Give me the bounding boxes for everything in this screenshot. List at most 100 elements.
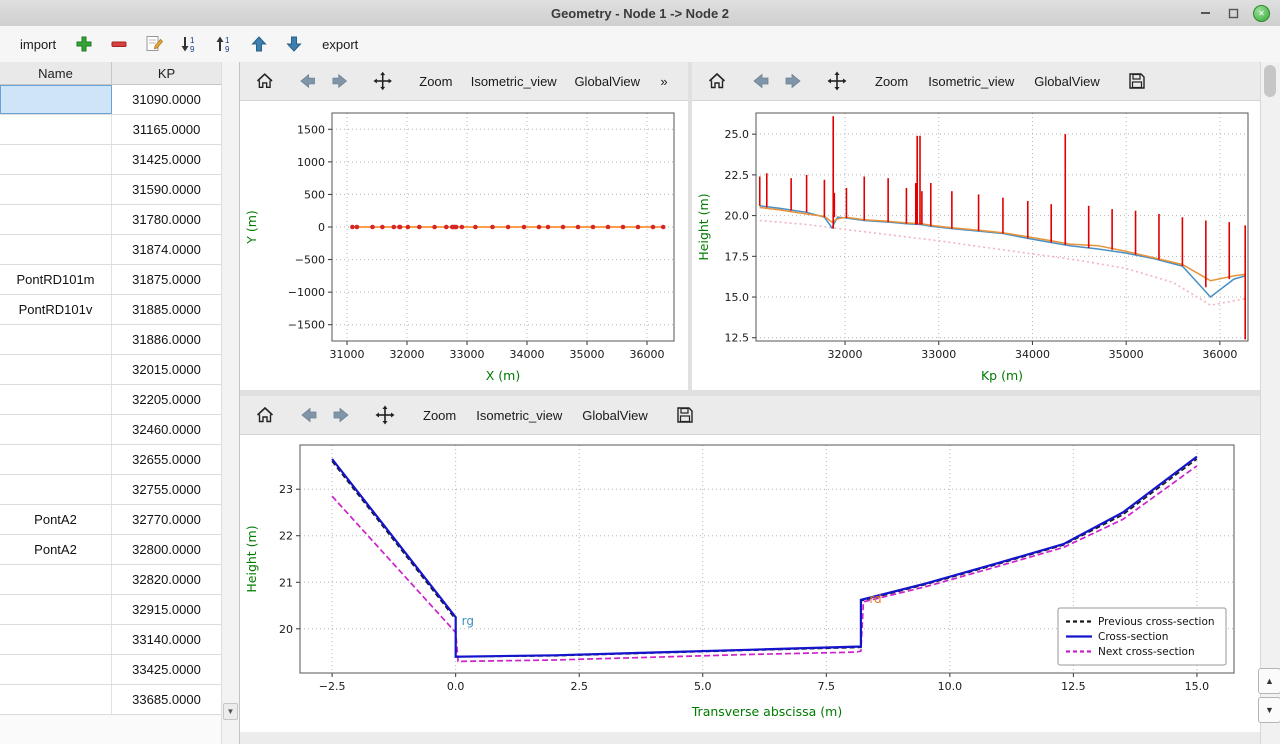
toolbar-overflow-button[interactable]: » (650, 66, 678, 96)
close-button[interactable]: ✕ (1253, 5, 1270, 22)
row-name-cell[interactable] (0, 175, 112, 204)
table-row[interactable]: 32460.0000 (0, 415, 239, 445)
row-name-cell[interactable] (0, 475, 112, 504)
longitudinal-profile-chart[interactable]: 320003300034000350003600012.515.017.520.… (692, 101, 1260, 396)
move-down-button[interactable] (281, 31, 307, 57)
zoom-button[interactable]: Zoom (411, 66, 461, 96)
table-row[interactable]: 33425.0000 (0, 655, 239, 685)
row-name-cell[interactable] (0, 685, 112, 714)
table-row[interactable]: 33140.0000 (0, 625, 239, 655)
row-name-cell[interactable] (0, 565, 112, 594)
row-name-cell[interactable]: PontRD101v (0, 295, 112, 324)
row-name-cell[interactable] (0, 115, 112, 144)
row-kp-cell[interactable]: 31165.0000 (112, 115, 222, 144)
table-row[interactable]: 32915.0000 (0, 595, 239, 625)
zoom-button[interactable]: Zoom (414, 400, 465, 430)
minimize-button[interactable] (1197, 5, 1213, 21)
row-kp-cell[interactable]: 32770.0000 (112, 505, 222, 534)
sort-descending-button[interactable]: 19 (176, 31, 202, 57)
row-kp-cell[interactable]: 31780.0000 (112, 205, 222, 234)
table-row[interactable]: 31780.0000 (0, 205, 239, 235)
global-view-button[interactable]: GlobalView (573, 400, 657, 430)
edit-button[interactable] (141, 31, 167, 57)
row-kp-cell[interactable]: 31090.0000 (112, 85, 222, 114)
row-kp-cell[interactable]: 32205.0000 (112, 385, 222, 414)
zoom-button[interactable]: Zoom (866, 66, 917, 96)
scrollbar-thumb[interactable] (1264, 65, 1276, 97)
add-row-button[interactable] (71, 31, 97, 57)
row-kp-cell[interactable]: 32015.0000 (112, 355, 222, 384)
row-kp-cell[interactable]: 31874.0000 (112, 235, 222, 264)
table-row[interactable]: PontRD101v31885.0000 (0, 295, 239, 325)
row-kp-cell[interactable]: 33425.0000 (112, 655, 222, 684)
row-kp-cell[interactable]: 32820.0000 (112, 565, 222, 594)
table-row[interactable]: PontRD101m31875.0000 (0, 265, 239, 295)
forward-button[interactable] (326, 400, 356, 430)
row-kp-cell[interactable]: 32755.0000 (112, 475, 222, 504)
row-name-cell[interactable] (0, 235, 112, 264)
back-button[interactable] (293, 66, 322, 96)
home-button[interactable] (250, 66, 279, 96)
pan-button[interactable] (370, 400, 400, 430)
save-button[interactable] (671, 400, 699, 430)
scroll-up-button[interactable]: ▲ (1258, 668, 1280, 694)
row-name-cell[interactable] (0, 445, 112, 474)
save-button[interactable] (1123, 66, 1151, 96)
forward-button[interactable] (778, 66, 808, 96)
isometric-view-button[interactable]: Isometric_view (463, 66, 564, 96)
restore-button[interactable] (1225, 5, 1241, 21)
table-row[interactable]: PontA232770.0000 (0, 505, 239, 535)
row-name-cell[interactable] (0, 385, 112, 414)
row-kp-cell[interactable]: 32655.0000 (112, 445, 222, 474)
table-row[interactable]: 31165.0000 (0, 115, 239, 145)
table-row[interactable]: PontA232800.0000 (0, 535, 239, 565)
row-kp-cell[interactable]: 32460.0000 (112, 415, 222, 444)
row-kp-cell[interactable]: 31885.0000 (112, 295, 222, 324)
table-scrollbar[interactable]: ▼ (221, 62, 239, 744)
row-name-cell[interactable] (0, 205, 112, 234)
row-name-cell[interactable] (0, 625, 112, 654)
isometric-view-button[interactable]: Isometric_view (467, 400, 571, 430)
row-kp-cell[interactable]: 32800.0000 (112, 535, 222, 564)
row-name-cell[interactable]: PontA2 (0, 535, 112, 564)
row-name-cell[interactable] (0, 655, 112, 684)
table-row[interactable]: 32205.0000 (0, 385, 239, 415)
row-kp-cell[interactable]: 33685.0000 (112, 685, 222, 714)
table-row[interactable]: 32820.0000 (0, 565, 239, 595)
row-kp-cell[interactable]: 32915.0000 (112, 595, 222, 624)
row-kp-cell[interactable]: 31875.0000 (112, 265, 222, 294)
import-button[interactable]: import (14, 33, 62, 56)
row-name-cell[interactable]: PontA2 (0, 505, 112, 534)
table-row[interactable]: 31590.0000 (0, 175, 239, 205)
row-kp-cell[interactable]: 31590.0000 (112, 175, 222, 204)
isometric-view-button[interactable]: Isometric_view (919, 66, 1023, 96)
table-scroll-down-button[interactable]: ▼ (223, 703, 238, 720)
table-row[interactable]: 32655.0000 (0, 445, 239, 475)
remove-row-button[interactable] (106, 31, 132, 57)
row-kp-cell[interactable]: 31886.0000 (112, 325, 222, 354)
table-row[interactable]: 33685.0000 (0, 685, 239, 715)
table-row[interactable]: 31425.0000 (0, 145, 239, 175)
row-name-cell[interactable] (0, 85, 112, 114)
global-view-button[interactable]: GlobalView (566, 66, 648, 96)
home-button[interactable] (702, 66, 732, 96)
column-header-kp[interactable]: KP (112, 62, 222, 84)
table-row[interactable]: 32755.0000 (0, 475, 239, 505)
row-name-cell[interactable] (0, 355, 112, 384)
column-header-name[interactable]: Name (0, 62, 112, 84)
row-name-cell[interactable] (0, 415, 112, 444)
pan-button[interactable] (822, 66, 852, 96)
table-row[interactable]: 31090.0000 (0, 85, 239, 115)
row-name-cell[interactable] (0, 145, 112, 174)
back-button[interactable] (294, 400, 324, 430)
table-row[interactable]: 31886.0000 (0, 325, 239, 355)
back-button[interactable] (746, 66, 776, 96)
row-name-cell[interactable] (0, 595, 112, 624)
table-row[interactable]: 32015.0000 (0, 355, 239, 385)
window-scrollbar[interactable]: ▲ ▼ (1260, 62, 1280, 744)
row-kp-cell[interactable]: 33140.0000 (112, 625, 222, 654)
cross-section-chart[interactable]: −2.50.02.55.07.510.012.515.020212223Tran… (240, 435, 1260, 732)
scroll-down-button[interactable]: ▼ (1258, 697, 1280, 723)
move-up-button[interactable] (246, 31, 272, 57)
row-name-cell[interactable] (0, 325, 112, 354)
